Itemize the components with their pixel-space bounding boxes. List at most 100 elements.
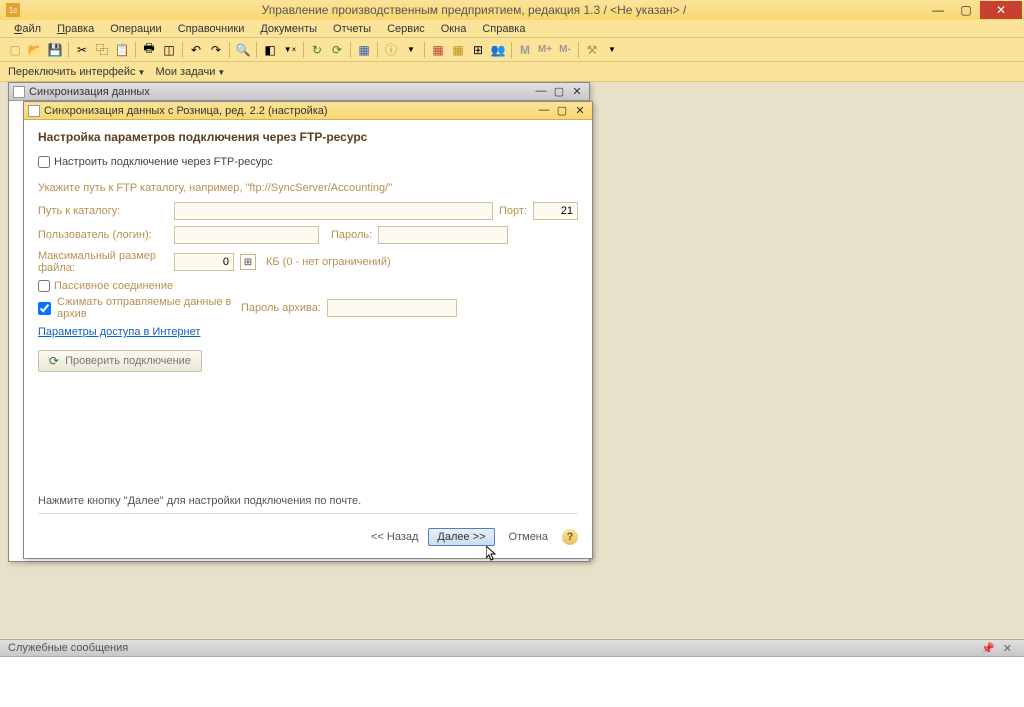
kb-hint: КБ (0 - нет ограничений) [266, 256, 391, 268]
refresh-icon: ⟳ [49, 354, 59, 368]
port-label: Порт: [499, 205, 527, 217]
tool-b-icon[interactable]: ▼× [281, 41, 299, 59]
save-icon[interactable]: 💾 [46, 41, 64, 59]
maximize-button[interactable]: ▢ [952, 1, 980, 19]
status-header: Служебные сообщения 📌 ✕ [0, 639, 1024, 657]
app-titlebar: 1c Управление производственным предприят… [0, 0, 1024, 20]
test-connection-button[interactable]: ⟳ Проверить подключение [38, 350, 202, 372]
document-icon [28, 105, 40, 117]
tool-a-icon[interactable]: ◧ [261, 41, 279, 59]
password-input[interactable] [378, 226, 508, 244]
sync-close-button[interactable]: ✕ [569, 85, 585, 98]
minimize-button[interactable]: — [924, 1, 952, 19]
status-area: Служебные сообщения 📌 ✕ [0, 639, 1024, 707]
m-plus-icon[interactable]: M+ [536, 41, 554, 59]
tools-dropdown-icon[interactable]: ▼ [603, 41, 621, 59]
undo-icon[interactable]: ↶ [187, 41, 205, 59]
path-input[interactable] [174, 202, 493, 220]
internet-params-link[interactable]: Параметры доступа в Интернет [38, 326, 200, 338]
close-button[interactable]: ✕ [980, 1, 1022, 19]
path-label: Путь к каталогу: [38, 205, 168, 217]
menu-service[interactable]: Сервис [381, 23, 431, 35]
paste-icon[interactable]: 📋 [113, 41, 131, 59]
passive-checkbox[interactable] [38, 280, 50, 292]
wizard-footer-hint: Нажмите кнопку "Далее" для настройки под… [38, 495, 578, 514]
archive-password-input[interactable] [327, 299, 457, 317]
menu-file[interactable]: Файл [8, 23, 47, 35]
grid-icon[interactable]: ▦ [449, 41, 467, 59]
tools-icon[interactable]: ⚒ [583, 41, 601, 59]
dropdown-icon[interactable]: ▼ [402, 41, 420, 59]
m-icon[interactable]: M [516, 41, 534, 59]
cut-icon[interactable]: ✂ [73, 41, 91, 59]
new-icon[interactable]: ▢ [6, 41, 24, 59]
user-input[interactable] [174, 226, 319, 244]
open-icon[interactable]: 📂 [26, 41, 44, 59]
sync-window-title: Синхронизация данных [29, 86, 533, 98]
document-icon [13, 86, 25, 98]
wizard-minimize-button[interactable]: — [536, 104, 552, 117]
menu-references[interactable]: Справочники [172, 23, 251, 35]
ftp-enable-label: Настроить подключение через FTP-ресурс [54, 156, 273, 168]
switch-interface[interactable]: Переключить интерфейс▼ [8, 66, 145, 78]
switchbar: Переключить интерфейс▼ Мои задачи▼ [0, 62, 1024, 82]
window-controls: — ▢ ✕ [924, 1, 1022, 19]
menu-edit[interactable]: Правка [51, 23, 100, 35]
menu-documents[interactable]: Документы [254, 23, 323, 35]
app-icon: 1c [6, 3, 20, 17]
passive-label: Пассивное соединение [54, 280, 173, 292]
m-minus-icon[interactable]: M- [556, 41, 574, 59]
status-body [0, 657, 1024, 707]
wizard-heading: Настройка параметров подключения через F… [38, 130, 578, 144]
sync-maximize-button[interactable]: ▢ [551, 85, 567, 98]
wizard-body: Настройка параметров подключения через F… [24, 120, 592, 382]
menu-reports[interactable]: Отчеты [327, 23, 377, 35]
print-icon[interactable]: 🖶 [140, 41, 158, 59]
wizard-window: Синхронизация данных с Розница, ред. 2.2… [23, 101, 593, 559]
app-title: Управление производственным предприятием… [24, 3, 924, 17]
archive-password-label: Пароль архива: [241, 302, 321, 314]
browse-icon[interactable]: ▦ [355, 41, 373, 59]
menubar: Файл Правка Операции Справочники Докумен… [0, 20, 1024, 38]
search-icon[interactable]: 🔍 [234, 41, 252, 59]
help-icon[interactable]: ? [562, 529, 578, 545]
reload-icon[interactable]: ⟳ [328, 41, 346, 59]
calc-icon[interactable]: ⊞ [469, 41, 487, 59]
port-input[interactable] [533, 202, 578, 220]
preview-icon[interactable]: ◫ [160, 41, 178, 59]
ftp-enable-checkbox[interactable] [38, 156, 50, 168]
password-label: Пароль: [331, 229, 372, 241]
menu-windows[interactable]: Окна [435, 23, 473, 35]
toolbar: ▢ 📂 💾 ✂ ⿻ 📋 🖶 ◫ ↶ ↷ 🔍 ◧ ▼× ↻ ⟳ ▦ ⓘ ▼ ▦ ▦… [0, 38, 1024, 62]
wizard-maximize-button[interactable]: ▢ [554, 104, 570, 117]
compress-label: Сжимать отправляемые данные в архив [57, 296, 235, 320]
copy-icon[interactable]: ⿻ [93, 41, 111, 59]
sync-window-titlebar[interactable]: Синхронизация данных — ▢ ✕ [9, 83, 589, 101]
user-label: Пользователь (логин): [38, 229, 168, 241]
next-button[interactable]: Далее >> [428, 528, 494, 546]
sync-minimize-button[interactable]: — [533, 85, 549, 98]
redo-icon[interactable]: ↷ [207, 41, 225, 59]
wizard-title: Синхронизация данных с Розница, ред. 2.2… [44, 105, 536, 117]
maxsize-spinner-icon[interactable]: ⊞ [240, 254, 256, 270]
menu-operations[interactable]: Операции [104, 23, 167, 35]
ftp-hint: Укажите путь к FTP каталогу, например, "… [38, 182, 578, 194]
cancel-button[interactable]: Отмена [501, 529, 556, 545]
compress-checkbox[interactable] [38, 302, 51, 315]
status-close-icon[interactable]: ✕ [1003, 642, 1012, 655]
wizard-close-button[interactable]: ✕ [572, 104, 588, 117]
menu-help[interactable]: Справка [476, 23, 531, 35]
sync-window: Синхронизация данных — ▢ ✕ Синхронизация… [8, 82, 590, 562]
back-button[interactable]: << Назад [367, 529, 422, 545]
calendar-icon[interactable]: ▦ [429, 41, 447, 59]
wizard-titlebar[interactable]: Синхронизация данных с Розница, ред. 2.2… [24, 102, 592, 120]
info-icon[interactable]: ⓘ [382, 41, 400, 59]
pin-icon[interactable]: 📌 [981, 642, 995, 655]
refresh-icon[interactable]: ↻ [308, 41, 326, 59]
maxsize-label: Максимальный размер файла: [38, 250, 168, 274]
my-tasks[interactable]: Мои задачи▼ [155, 66, 225, 78]
users-icon[interactable]: 👥 [489, 41, 507, 59]
workspace: Синхронизация данных — ▢ ✕ Синхронизация… [0, 82, 1024, 639]
status-title: Служебные сообщения [8, 642, 128, 654]
maxsize-input[interactable] [174, 253, 234, 271]
